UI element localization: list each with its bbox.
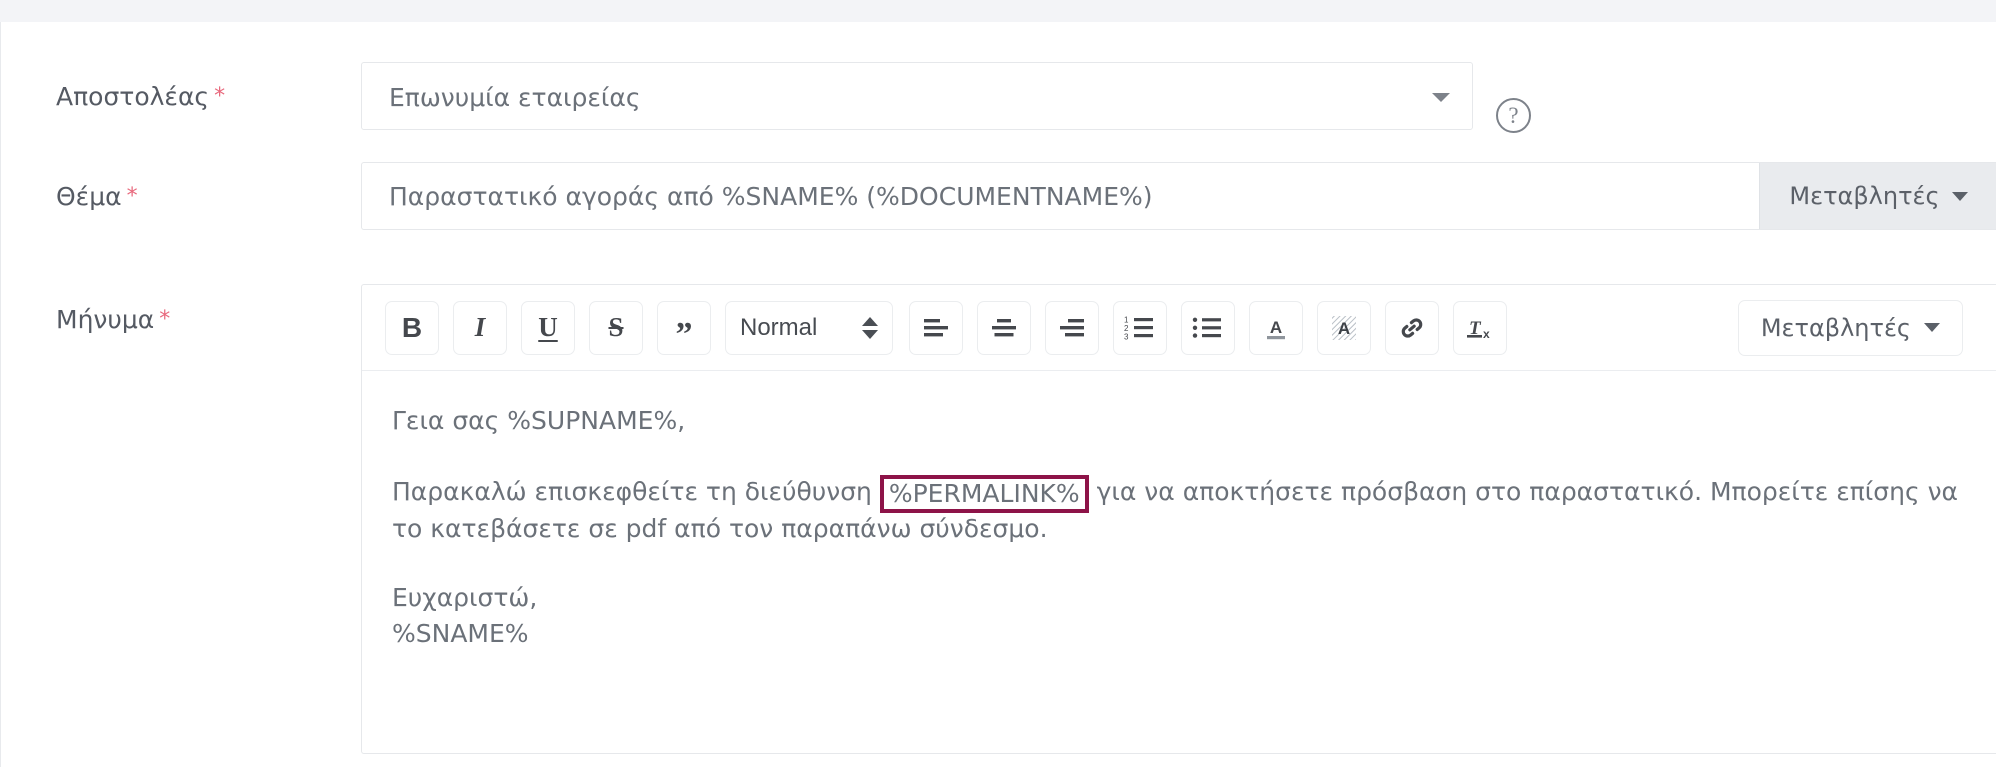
align-right-button[interactable] bbox=[1045, 300, 1099, 355]
message-required-asterisk: * bbox=[159, 307, 171, 332]
strikethrough-button[interactable]: S bbox=[589, 300, 643, 355]
background-color-button[interactable]: A bbox=[1317, 300, 1371, 355]
message-signoff-text: Ευχαριστώ, bbox=[392, 583, 538, 612]
permalink-variable-token[interactable]: %PERMALINK% bbox=[879, 474, 1089, 513]
chevron-down-icon bbox=[1924, 323, 1940, 332]
form-card: Αποστολέας* Επωνυμία εταιρείας ? Θέμα* Μ… bbox=[0, 22, 1996, 767]
chevron-down-icon[interactable] bbox=[1432, 93, 1450, 102]
message-label-text: Μήνυμα bbox=[56, 305, 155, 334]
align-left-icon bbox=[921, 316, 951, 340]
sender-label: Αποστολέας * bbox=[56, 84, 225, 109]
blockquote-button[interactable]: ” bbox=[657, 300, 711, 355]
sender-select[interactable]: Επωνυμία εταιρείας bbox=[361, 62, 1473, 130]
email-template-form-page: Αποστολέας* Επωνυμία εταιρείας ? Θέμα* Μ… bbox=[0, 0, 1996, 767]
svg-text:3: 3 bbox=[1124, 332, 1129, 341]
sender-label-text: Αποστολέας bbox=[56, 82, 210, 111]
subject-variables-button-label: Μεταβλητές bbox=[1789, 182, 1940, 210]
ordered-list-icon: 1 2 3 bbox=[1124, 315, 1156, 341]
message-signature-variable: %SNAME% bbox=[392, 618, 529, 648]
svg-text:x: x bbox=[1483, 327, 1490, 341]
ordered-list-button[interactable]: 1 2 3 bbox=[1113, 300, 1167, 355]
message-greeting-paragraph: Γεια σας %SUPNAME%, bbox=[392, 403, 1967, 439]
message-greeting-text: Γεια σας %SUPNAME%, bbox=[392, 406, 686, 435]
sender-required-asterisk: * bbox=[214, 84, 226, 109]
paragraph-text-before-link: Παρακαλώ επισκεφθείτε τη διεύθυνση bbox=[392, 476, 880, 506]
italic-button[interactable]: I bbox=[453, 300, 507, 355]
strikethrough-icon: S bbox=[608, 312, 624, 342]
question-mark-icon[interactable]: ? bbox=[1496, 98, 1531, 133]
stepper-arrows-icon bbox=[862, 316, 878, 339]
align-center-button[interactable] bbox=[977, 300, 1031, 355]
subject-label: Θέμα * bbox=[56, 184, 138, 209]
sender-selected-value: Επωνυμία εταιρείας bbox=[389, 83, 641, 112]
sender-row: Αποστολέας * Επωνυμία εταιρείας bbox=[1, 62, 1996, 130]
clear-format-button[interactable]: T x bbox=[1453, 300, 1507, 355]
text-color-button[interactable]: A bbox=[1249, 300, 1303, 355]
subject-variables-button[interactable]: Μεταβλητές bbox=[1759, 163, 1996, 229]
subject-row: Θέμα* Μεταβλητές bbox=[1, 162, 1996, 230]
align-right-icon bbox=[1057, 316, 1087, 340]
svg-text:A: A bbox=[1338, 319, 1350, 338]
bullet-list-icon bbox=[1192, 315, 1224, 341]
subject-label-text: Θέμα bbox=[56, 182, 122, 211]
align-left-button[interactable] bbox=[909, 300, 963, 355]
message-signoff-paragraph: Ευχαριστώ, %SNAME% bbox=[392, 580, 1967, 651]
subject-input[interactable] bbox=[362, 163, 1759, 229]
format-select[interactable]: Normal bbox=[725, 300, 893, 355]
message-variables-button[interactable]: Μεταβλητές bbox=[1737, 299, 1963, 356]
message-body-content[interactable]: Γεια σας %SUPNAME%, Παρακαλώ επισκεφθείτ… bbox=[362, 371, 1996, 651]
page-top-strip bbox=[0, 0, 1996, 22]
align-center-icon bbox=[989, 316, 1019, 340]
bullet-list-button[interactable] bbox=[1181, 300, 1235, 355]
italic-icon: I bbox=[474, 312, 486, 342]
message-rich-text-editor: B I U S ” Normal 1 2 3 A A T x Μεταβλητέ… bbox=[361, 284, 1996, 754]
highlight-color-icon: A bbox=[1330, 314, 1358, 342]
text-color-icon: A bbox=[1262, 314, 1290, 342]
svg-text:A: A bbox=[1270, 318, 1282, 337]
bold-icon: B bbox=[401, 311, 423, 343]
subject-field-group: Μεταβλητές bbox=[361, 162, 1996, 230]
subject-required-asterisk: * bbox=[126, 184, 138, 209]
underline-button[interactable]: U bbox=[521, 300, 575, 355]
clear-format-icon: T x bbox=[1465, 314, 1495, 342]
quote-icon: ” bbox=[675, 315, 693, 353]
help-icon-glyph: ? bbox=[1508, 103, 1519, 128]
bold-button[interactable]: B bbox=[385, 300, 439, 355]
message-link-paragraph: Παρακαλώ επισκεφθείτε τη διεύθυνση %PERM… bbox=[392, 473, 1967, 547]
editor-toolbar: B I U S ” Normal 1 2 3 A A T x Μεταβλητέ… bbox=[362, 285, 1996, 371]
chevron-down-icon bbox=[1951, 191, 1968, 201]
message-label: Μήνυμα * bbox=[56, 307, 170, 332]
format-select-value: Normal bbox=[740, 313, 818, 341]
link-icon bbox=[1398, 314, 1426, 342]
message-variables-button-label: Μεταβλητές bbox=[1760, 313, 1911, 342]
underline-icon: U bbox=[538, 312, 558, 342]
insert-link-button[interactable] bbox=[1385, 300, 1439, 355]
